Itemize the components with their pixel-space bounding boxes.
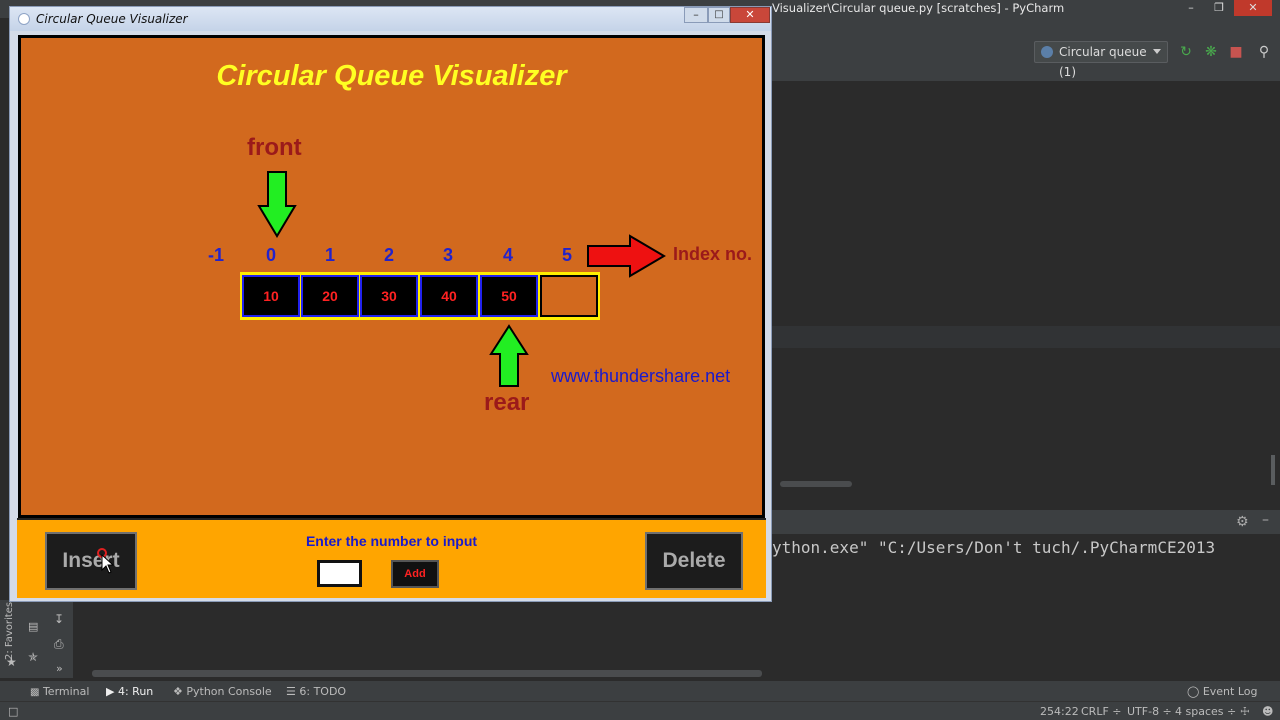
ide-minimize-button[interactable]: – bbox=[1178, 0, 1204, 16]
tab-terminal[interactable]: ▩ Terminal bbox=[30, 685, 89, 698]
tab-run[interactable]: ▶ 4: Run bbox=[106, 685, 153, 698]
run-horizontal-scrollbar[interactable] bbox=[92, 670, 762, 677]
indent-setting[interactable]: 4 spaces ÷ bbox=[1175, 705, 1236, 718]
layout-icon[interactable]: ▤ bbox=[28, 620, 38, 633]
run-panel-header bbox=[772, 510, 1280, 534]
arrow-up-icon bbox=[489, 324, 529, 387]
lock-icon[interactable]: ☩ bbox=[1240, 705, 1250, 718]
debug-icon[interactable]: ❋ bbox=[1203, 44, 1219, 60]
file-encoding[interactable]: UTF-8 ÷ bbox=[1127, 705, 1172, 718]
favorites-tab[interactable]: 2: Favorites bbox=[4, 600, 18, 660]
queue-cell: 30 bbox=[360, 275, 418, 317]
control-panel: Insert Enter the number to input Add Del… bbox=[17, 518, 766, 598]
visualizer-window-title: Circular Queue Visualizer bbox=[36, 12, 188, 26]
caret-position[interactable]: 254:22 bbox=[1040, 705, 1079, 718]
tab-todo[interactable]: ☰ 6: TODO bbox=[286, 685, 346, 698]
more-icon[interactable]: » bbox=[56, 662, 63, 675]
print-icon[interactable]: ⎙ bbox=[54, 637, 64, 652]
toggle-tool-windows-icon[interactable]: □ bbox=[8, 705, 18, 718]
event-log-icon: ◯ bbox=[1187, 685, 1200, 698]
scroll-to-end-icon[interactable]: ↧ bbox=[54, 612, 64, 626]
tab-python-console[interactable]: ❖ Python Console bbox=[173, 685, 272, 698]
ide-close-button[interactable]: ✕ bbox=[1234, 0, 1272, 16]
visualizer-window: Circular Queue Visualizer – □ ✕ Circular… bbox=[9, 6, 772, 602]
tab-event-log-label: Event Log bbox=[1202, 685, 1258, 698]
app-icon bbox=[18, 13, 30, 25]
queue-cell: 20 bbox=[301, 275, 359, 317]
index-label: 4 bbox=[502, 245, 513, 265]
maximize-button[interactable]: □ bbox=[708, 7, 730, 23]
ide-maximize-button[interactable]: ❐ bbox=[1206, 0, 1232, 16]
delete-button[interactable]: Delete bbox=[645, 532, 743, 590]
arrow-down-icon bbox=[257, 171, 297, 238]
visualizer-titlebar[interactable]: Circular Queue Visualizer – □ ✕ bbox=[10, 7, 771, 31]
editor-horizontal-scrollbar[interactable] bbox=[780, 481, 852, 487]
chevron-down-icon bbox=[1153, 49, 1161, 54]
editor-highlight-line bbox=[772, 326, 1280, 348]
tab-terminal-label: Terminal bbox=[42, 685, 90, 698]
queue-cell: 10 bbox=[242, 275, 300, 317]
gear-icon[interactable]: ⚙ bbox=[1236, 514, 1249, 530]
tab-event-log[interactable]: ◯ Event Log bbox=[1187, 685, 1257, 698]
add-button[interactable]: Add bbox=[391, 560, 439, 588]
tab-todo-label: 6: TODO bbox=[299, 685, 347, 698]
inspector-icon[interactable]: ☻ bbox=[1262, 705, 1273, 718]
python-console-icon: ❖ bbox=[173, 685, 183, 698]
run-configuration-select[interactable]: Circular queue (1) bbox=[1034, 41, 1168, 79]
line-separator[interactable]: CRLF ÷ bbox=[1081, 705, 1122, 718]
number-input[interactable] bbox=[317, 560, 362, 587]
index-label: -1 bbox=[207, 245, 224, 265]
pin-icon[interactable]: ✯ bbox=[28, 650, 38, 664]
python-icon bbox=[1041, 46, 1053, 58]
index-label: 3 bbox=[442, 245, 453, 265]
index-label: 0 bbox=[265, 245, 276, 265]
index-label: 5 bbox=[561, 245, 572, 265]
rerun-icon[interactable]: ↻ bbox=[1178, 44, 1194, 60]
queue-canvas: Circular Queue Visualizer front -1 0 1 2… bbox=[21, 38, 762, 515]
tab-python-console-label: Python Console bbox=[186, 685, 272, 698]
terminal-icon: ▩ bbox=[30, 687, 40, 698]
website-link: www.thundershare.net bbox=[551, 366, 731, 386]
code-editor[interactable] bbox=[772, 82, 1280, 502]
close-button[interactable]: ✕ bbox=[730, 7, 770, 23]
ide-window-title: Visualizer\Circular queue.py [scratches]… bbox=[772, 1, 1065, 15]
hide-panel-icon[interactable]: – bbox=[1262, 512, 1269, 528]
todo-icon: ☰ bbox=[286, 685, 296, 698]
visualizer-heading: Circular Queue Visualizer bbox=[216, 60, 567, 92]
star-icon[interactable]: ★ bbox=[6, 655, 17, 669]
index-number-label: Index no. bbox=[673, 244, 753, 264]
run-console-output: ython.exe" "C:/Users/Don't tuch/.PyCharm… bbox=[772, 538, 1216, 557]
queue-cell: 50 bbox=[480, 275, 538, 317]
minimize-button[interactable]: – bbox=[684, 7, 708, 23]
tab-run-label: 4: Run bbox=[117, 685, 154, 698]
queue-cell-empty bbox=[540, 275, 598, 317]
bottom-tool-tabs: ▩ Terminal ▶ 4: Run ❖ Python Console ☰ 6… bbox=[0, 680, 1280, 701]
index-label: 2 bbox=[383, 245, 394, 265]
search-icon[interactable]: ⚲ bbox=[1256, 44, 1272, 60]
stop-icon[interactable]: ■ bbox=[1228, 44, 1244, 60]
index-label: 1 bbox=[324, 245, 335, 265]
mouse-cursor-icon bbox=[101, 554, 115, 574]
rear-label: rear bbox=[484, 389, 530, 416]
status-bar: □ 254:22 CRLF ÷ UTF-8 ÷ 4 spaces ÷ ☩ ☻ bbox=[0, 701, 1280, 720]
editor-vertical-scrollbar[interactable] bbox=[1271, 455, 1275, 485]
front-label: front bbox=[247, 134, 302, 161]
queue-cell: 40 bbox=[420, 275, 478, 317]
run-icon: ▶ bbox=[106, 685, 115, 698]
